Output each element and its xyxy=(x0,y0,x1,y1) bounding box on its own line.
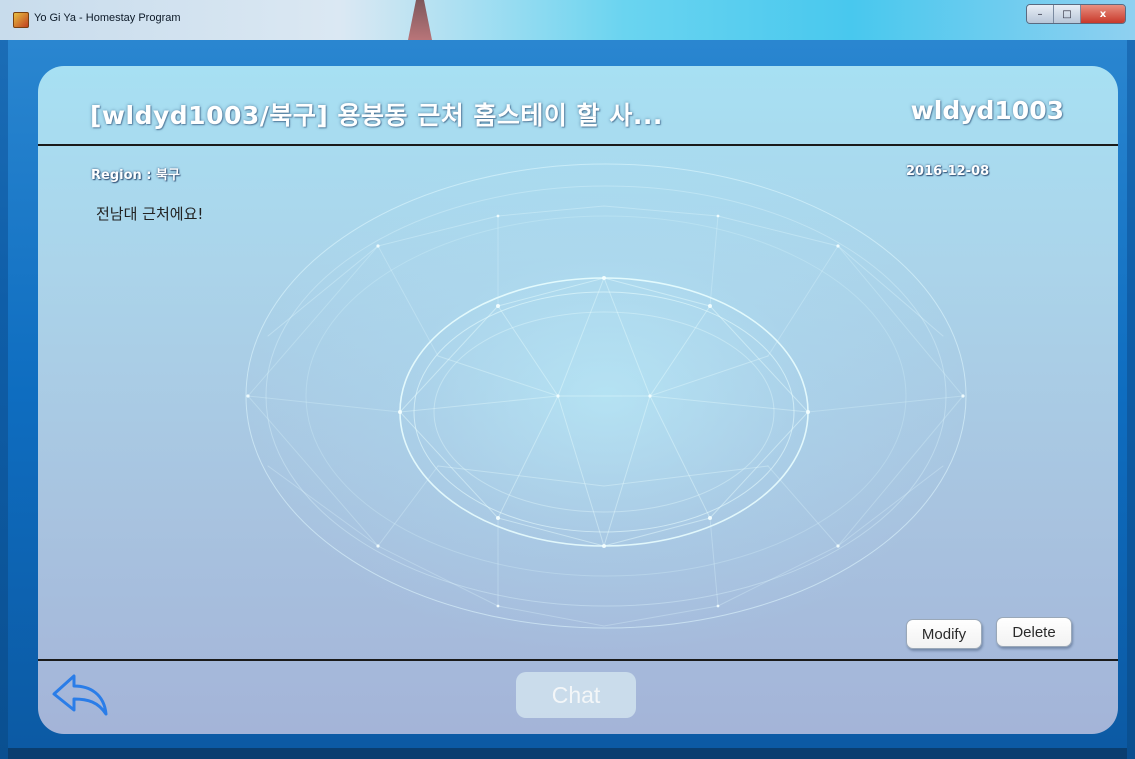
post-content: 전남대 근처에요! xyxy=(96,205,204,223)
post-detail-panel: [wldyd1003/북구] 용봉동 근처 홈스테이 할 사... wldyd1… xyxy=(38,66,1118,734)
window-title: Yo Gi Ya - Homestay Program xyxy=(34,12,181,24)
window-controls: – □ x xyxy=(1026,4,1126,24)
back-arrow-icon xyxy=(52,674,108,716)
minimize-button[interactable]: – xyxy=(1027,5,1054,23)
delete-button[interactable]: Delete xyxy=(996,617,1072,647)
post-date: 2016-12-08 xyxy=(906,164,990,179)
back-button[interactable] xyxy=(50,668,110,722)
post-region: Region : 북구 xyxy=(91,168,180,183)
modify-button[interactable]: Modify xyxy=(906,619,982,649)
header-divider xyxy=(38,144,1118,146)
post-author: wldyd1003 xyxy=(910,96,1064,125)
app-window: Yo Gi Ya - Homestay Program – □ x [wldyd… xyxy=(0,0,1135,759)
maximize-button[interactable]: □ xyxy=(1054,5,1081,23)
title-bar[interactable]: Yo Gi Ya - Homestay Program – □ x xyxy=(0,0,1135,40)
close-button[interactable]: x xyxy=(1081,5,1125,23)
app-icon xyxy=(13,12,29,28)
footer-divider xyxy=(38,659,1118,661)
post-title: [wldyd1003/북구] 용봉동 근처 홈스테이 할 사... xyxy=(90,101,663,130)
chat-button[interactable]: Chat xyxy=(516,672,636,718)
